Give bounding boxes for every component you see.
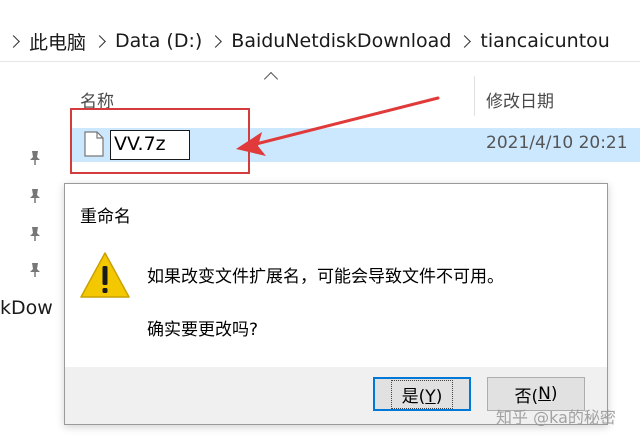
- annotation-highlight-box: [70, 108, 250, 174]
- file-date: 2021/4/10 20:21: [486, 133, 628, 153]
- yes-label-suffix: ): [435, 386, 443, 407]
- sort-up-icon: [263, 71, 279, 87]
- no-label-text: 否(: [514, 386, 539, 407]
- address-bar[interactable]: 此电脑 Data (D:) BaiduNetdiskDownload tianc…: [0, 0, 640, 62]
- pin-icon[interactable]: [28, 188, 42, 204]
- chevron-right-icon: [458, 34, 472, 48]
- nav-item-download[interactable]: kDow: [0, 297, 53, 319]
- yes-button-label: 是(Y): [390, 379, 454, 409]
- chevron-right-icon: [93, 34, 106, 48]
- breadcrumb-this-pc[interactable]: 此电脑: [29, 28, 86, 55]
- pin-icon[interactable]: [28, 226, 42, 242]
- breadcrumb-tiancaicuntou[interactable]: tiancaicuntou: [480, 30, 609, 52]
- yes-button[interactable]: 是(Y): [373, 377, 471, 411]
- rename-dialog: 重命名 如果改变文件扩展名，可能会导致文件不可用。 确实要更改吗? 是(Y) 否…: [64, 183, 608, 425]
- breadcrumb-data-drive[interactable]: Data (D:): [115, 30, 202, 52]
- dialog-question: 确实要更改吗?: [147, 320, 259, 340]
- yes-accelerator-key: Y: [425, 386, 436, 407]
- no-accelerator-key: N: [538, 384, 551, 404]
- dialog-title: 重命名: [80, 207, 131, 227]
- watermark: 知乎 @ka的秘密: [496, 408, 616, 427]
- dialog-message: 如果改变文件扩展名，可能会导致文件不可用。: [147, 267, 504, 287]
- column-header-date[interactable]: 修改日期: [486, 87, 554, 112]
- chevron-right-icon: [7, 34, 20, 48]
- pin-icon[interactable]: [28, 150, 42, 166]
- breadcrumb-baidunetdisk[interactable]: BaiduNetdiskDownload: [231, 30, 451, 52]
- no-label-suffix: ): [550, 384, 558, 404]
- chevron-right-icon: [209, 34, 223, 48]
- yes-label-text: 是(: [401, 386, 426, 407]
- pin-icon[interactable]: [28, 262, 42, 278]
- breadcrumb: 此电脑 Data (D:) BaiduNetdiskDownload tianc…: [0, 24, 610, 58]
- column-divider[interactable]: [474, 76, 475, 116]
- warning-icon: [80, 252, 130, 298]
